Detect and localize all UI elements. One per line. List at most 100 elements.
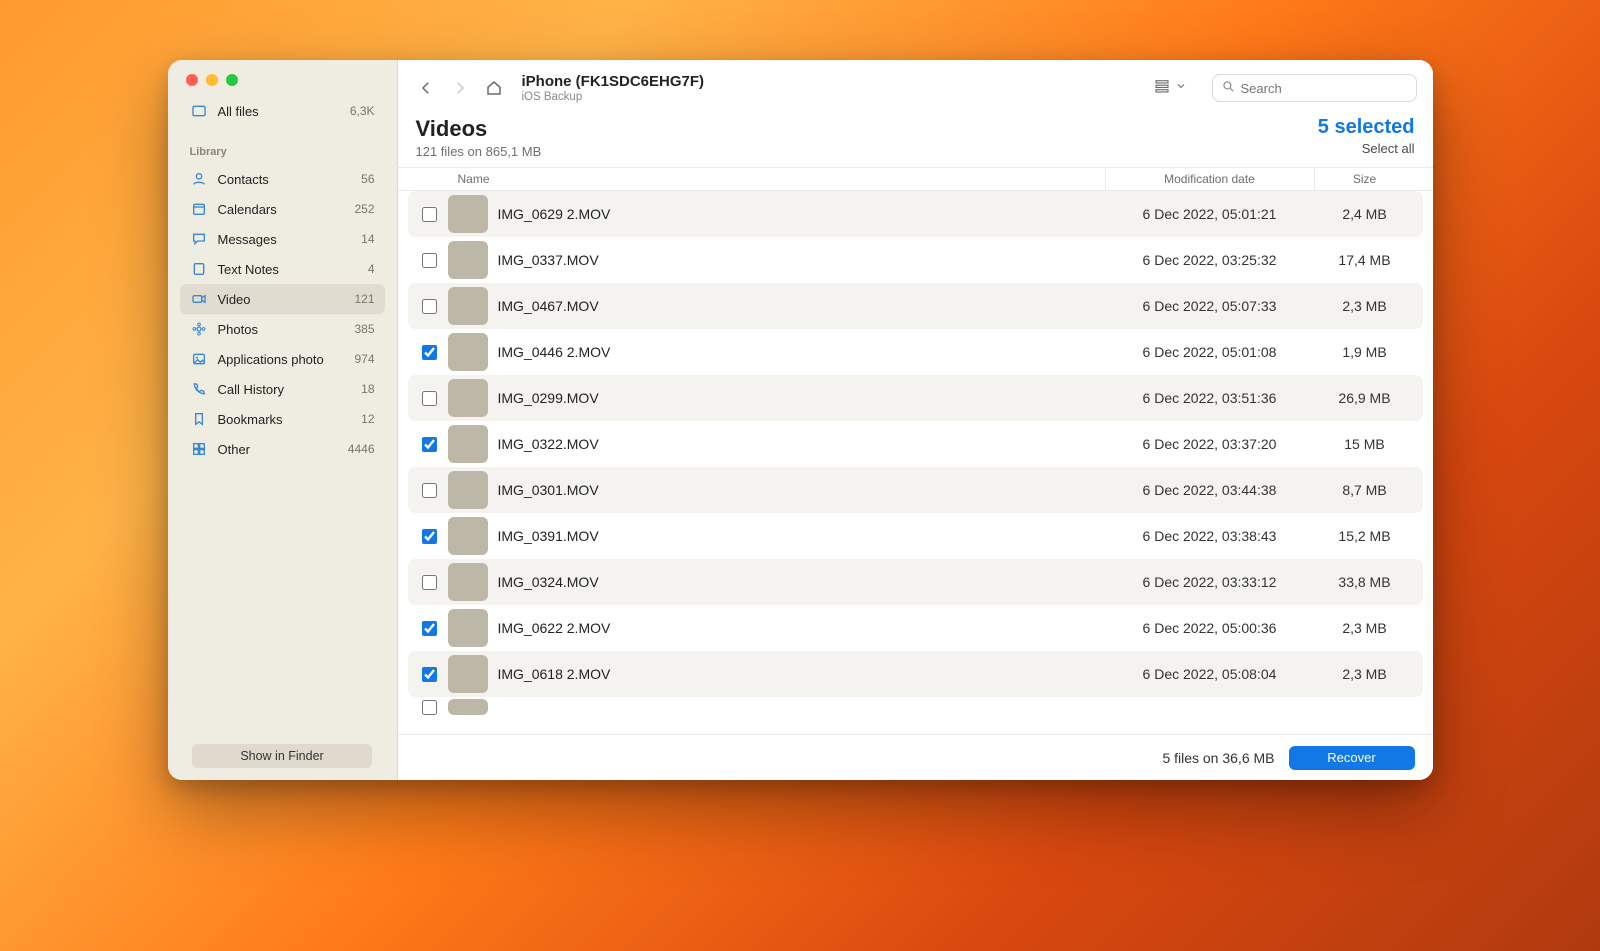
table-row[interactable]: IMG_0322.MOV6 Dec 2022, 03:37:2015 MB xyxy=(408,421,1423,467)
row-checkbox[interactable] xyxy=(422,621,437,636)
main-panel: iPhone (FK1SDC6EHG7F) iOS Backup Videos … xyxy=(398,60,1433,780)
file-list[interactable]: IMG_0629 2.MOV6 Dec 2022, 05:01:212,4 MB… xyxy=(398,191,1433,734)
sidebar-item-bookmarks[interactable]: Bookmarks 12 xyxy=(180,404,385,434)
selection-summary: 5 files on 36,6 MB xyxy=(1162,750,1274,766)
sidebar-item-contacts[interactable]: Contacts 56 xyxy=(180,164,385,194)
sidebar-item-text-notes[interactable]: Text Notes 4 xyxy=(180,254,385,284)
row-checkbox[interactable] xyxy=(422,299,437,314)
zoom-window-button[interactable] xyxy=(226,74,238,86)
sidebar-item-label: Photos xyxy=(218,322,355,337)
sidebar-item-applications-photo[interactable]: Applications photo 974 xyxy=(180,344,385,374)
table-row[interactable]: IMG_0446 2.MOV6 Dec 2022, 05:01:081,9 MB xyxy=(408,329,1423,375)
sidebar-item-label: Messages xyxy=(218,232,362,247)
file-name: IMG_0622 2.MOV xyxy=(498,620,1105,636)
close-window-button[interactable] xyxy=(186,74,198,86)
table-header: Name Modification date Size xyxy=(398,167,1433,191)
video-thumbnail xyxy=(448,609,488,647)
file-size: 2,3 MB xyxy=(1315,298,1415,314)
row-checkbox[interactable] xyxy=(422,700,437,715)
view-mode-button[interactable] xyxy=(1146,73,1194,104)
sidebar-item-count: 252 xyxy=(354,202,374,216)
chat-icon xyxy=(190,230,208,248)
chevron-down-icon xyxy=(1175,79,1187,97)
video-thumbnail xyxy=(448,425,488,463)
row-checkbox[interactable] xyxy=(422,483,437,498)
row-checkbox[interactable] xyxy=(422,253,437,268)
file-size: 17,4 MB xyxy=(1315,252,1415,268)
table-row[interactable]: IMG_0299.MOV6 Dec 2022, 03:51:3626,9 MB xyxy=(408,375,1423,421)
table-row[interactable]: IMG_0622 2.MOV6 Dec 2022, 05:00:362,3 MB xyxy=(408,605,1423,651)
file-size: 26,9 MB xyxy=(1315,390,1415,406)
window-controls xyxy=(168,60,397,96)
column-header-name[interactable]: Name xyxy=(452,172,1105,186)
file-modification-date: 6 Dec 2022, 05:01:08 xyxy=(1105,344,1315,360)
file-name: IMG_0301.MOV xyxy=(498,482,1105,498)
file-name: IMG_0467.MOV xyxy=(498,298,1105,314)
selection-count: 5 selected xyxy=(1318,116,1415,139)
file-name: IMG_0618 2.MOV xyxy=(498,666,1105,682)
nav-home-button[interactable] xyxy=(482,76,506,100)
sidebar-item-count: 18 xyxy=(361,382,374,396)
sidebar-item-label: Calendars xyxy=(218,202,355,217)
file-modification-date: 6 Dec 2022, 05:00:36 xyxy=(1105,620,1315,636)
bookmark-icon xyxy=(190,410,208,428)
table-row[interactable]: IMG_0467.MOV6 Dec 2022, 05:07:332,3 MB xyxy=(408,283,1423,329)
video-thumbnail xyxy=(448,333,488,371)
search-field[interactable] xyxy=(1212,74,1417,102)
sidebar-item-count: 4 xyxy=(368,262,375,276)
sidebar-item-count: 121 xyxy=(354,292,374,306)
sidebar-item-other[interactable]: Other 4446 xyxy=(180,434,385,464)
sidebar-item-label: Applications photo xyxy=(218,352,355,367)
row-checkbox[interactable] xyxy=(422,437,437,452)
page-title: Videos xyxy=(416,116,542,142)
video-thumbnail xyxy=(448,195,488,233)
video-icon xyxy=(190,290,208,308)
table-row[interactable]: IMG_0337.MOV6 Dec 2022, 03:25:3217,4 MB xyxy=(408,237,1423,283)
table-row[interactable]: IMG_0301.MOV6 Dec 2022, 03:44:388,7 MB xyxy=(408,467,1423,513)
sidebar-item-messages[interactable]: Messages 14 xyxy=(180,224,385,254)
table-row[interactable] xyxy=(408,697,1423,717)
sidebar-item-all-files[interactable]: All files 6,3K xyxy=(180,96,385,126)
file-name: IMG_0324.MOV xyxy=(498,574,1105,590)
nav-forward-button[interactable] xyxy=(448,76,472,100)
file-modification-date: 6 Dec 2022, 05:01:21 xyxy=(1105,206,1315,222)
sidebar-item-count: 56 xyxy=(361,172,374,186)
row-checkbox[interactable] xyxy=(422,207,437,222)
sidebar-item-calendars[interactable]: Calendars 252 xyxy=(180,194,385,224)
minimize-window-button[interactable] xyxy=(206,74,218,86)
sidebar-section-header: Library xyxy=(168,134,397,164)
sidebar: All files 6,3K Library Contacts 56 Calen… xyxy=(168,60,398,780)
show-in-finder-button[interactable]: Show in Finder xyxy=(192,744,372,768)
video-thumbnail xyxy=(448,517,488,555)
flower-icon xyxy=(190,320,208,338)
video-thumbnail xyxy=(448,699,488,715)
list-view-icon xyxy=(1153,77,1171,100)
sidebar-item-video[interactable]: Video 121 xyxy=(180,284,385,314)
search-input[interactable] xyxy=(1241,81,1408,96)
column-header-modification[interactable]: Modification date xyxy=(1105,168,1315,190)
sidebar-item-count: 12 xyxy=(361,412,374,426)
file-size: 2,4 MB xyxy=(1315,206,1415,222)
recover-button[interactable]: Recover xyxy=(1289,746,1415,770)
row-checkbox[interactable] xyxy=(422,345,437,360)
table-row[interactable]: IMG_0324.MOV6 Dec 2022, 03:33:1233,8 MB xyxy=(408,559,1423,605)
sidebar-item-label: Contacts xyxy=(218,172,362,187)
file-name: IMG_0629 2.MOV xyxy=(498,206,1105,222)
row-checkbox[interactable] xyxy=(422,667,437,682)
column-header-size[interactable]: Size xyxy=(1315,172,1415,186)
sidebar-item-photos[interactable]: Photos 385 xyxy=(180,314,385,344)
file-modification-date: 6 Dec 2022, 03:33:12 xyxy=(1105,574,1315,590)
table-row[interactable]: IMG_0618 2.MOV6 Dec 2022, 05:08:042,3 MB xyxy=(408,651,1423,697)
row-checkbox[interactable] xyxy=(422,529,437,544)
row-checkbox[interactable] xyxy=(422,575,437,590)
grid-icon xyxy=(190,440,208,458)
table-row[interactable]: IMG_0629 2.MOV6 Dec 2022, 05:01:212,4 MB xyxy=(408,191,1423,237)
file-name: IMG_0446 2.MOV xyxy=(498,344,1105,360)
nav-back-button[interactable] xyxy=(414,76,438,100)
row-checkbox[interactable] xyxy=(422,391,437,406)
table-row[interactable]: IMG_0391.MOV6 Dec 2022, 03:38:4315,2 MB xyxy=(408,513,1423,559)
sidebar-item-call-history[interactable]: Call History 18 xyxy=(180,374,385,404)
file-modification-date: 6 Dec 2022, 03:25:32 xyxy=(1105,252,1315,268)
select-all-button[interactable]: Select all xyxy=(1318,141,1415,156)
image-icon xyxy=(190,350,208,368)
